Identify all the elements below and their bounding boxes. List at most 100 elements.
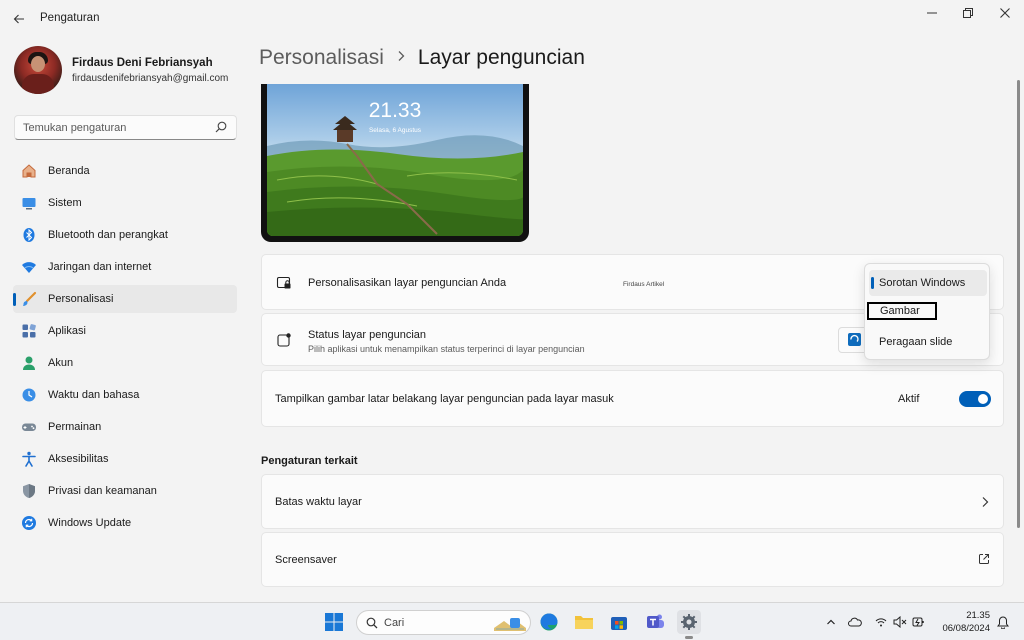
dropdown-option-peragaan[interactable]: Peragaan slide [869,329,987,355]
signin-background-card: Tampilkan gambar latar belakang layar pe… [261,370,1004,427]
open-external-icon [978,553,994,569]
dropdown-option-gambar[interactable]: Gambar [867,302,937,320]
signin-background-toggle[interactable] [959,391,991,407]
sidebar-item-aksesibilitas[interactable]: Aksesibilitas [13,445,237,473]
taskbar-search[interactable]: Cari [356,610,531,635]
active-app-indicator [685,636,693,639]
home-icon [21,163,37,179]
sidebar-item-label: Waktu dan bahasa [48,389,140,401]
sidebar-item-label: Permainan [48,421,102,433]
sidebar-item-jaringan[interactable]: Jaringan dan internet [13,253,237,281]
back-arrow-icon[interactable] [8,8,30,30]
account-icon [21,355,37,371]
sidebar-item-beranda[interactable]: Beranda [13,157,237,185]
wifi-icon[interactable] [874,615,888,629]
sidebar-nav: Beranda Sistem Bluetooth dan perangkat J… [13,157,237,541]
close-button[interactable] [987,4,1023,22]
sidebar-item-aplikasi[interactable]: Aplikasi [13,317,237,345]
sidebar-item-personalisasi[interactable]: Personalisasi [13,285,237,313]
screen-timeout-link[interactable]: Batas waktu layar [261,474,1004,529]
personalize-title: Personalisasikan layar penguncian Anda [308,277,507,289]
sidebar-item-label: Windows Update [48,517,132,529]
gamepad-icon [21,419,37,435]
taskbar-time: 21.35 [966,610,990,621]
sidebar-item-windows-update[interactable]: Windows Update [13,509,237,537]
chevron-right-icon [979,495,995,511]
system-icon [21,195,37,211]
volume-mute-icon[interactable] [893,615,907,629]
notification-bell-icon[interactable] [996,615,1010,629]
breadcrumb-parent[interactable]: Personalisasi [259,46,384,70]
file-explorer-icon[interactable] [572,610,596,634]
user-profile[interactable]: Firdaus Deni Febriansyah firdausdenifebr… [14,46,228,94]
breadcrumb: Personalisasi Layar penguncian [259,46,585,70]
taskbar-clock[interactable]: 21.35 06/08/2024 [934,609,990,635]
chevron-up-icon[interactable] [824,615,838,629]
taskbar: Cari 21.35 06/08/2024 [0,602,1024,640]
lock-screen-type-dropdown: Sorotan Windows Gambar Peragaan slide [864,263,990,360]
sidebar-item-label: Personalisasi [48,293,114,305]
related-settings-title: Pengaturan terkait [261,455,358,467]
window-title: Pengaturan [40,12,100,24]
status-subtitle: Pilih aplikasi untuk menampilkan status … [308,344,585,354]
chevron-right-icon [396,49,406,67]
sidebar-item-permainan[interactable]: Permainan [13,413,237,441]
search-icon [366,617,378,632]
toggle-state-label: Aktif [898,393,920,405]
profile-email: firdausdenifebriansyah@gmail.com [72,72,229,84]
shield-icon [21,483,37,499]
sidebar-item-akun[interactable]: Akun [13,349,237,377]
apps-icon [21,323,37,339]
sidebar-item-sistem[interactable]: Sistem [13,189,237,217]
sidebar-item-label: Aksesibilitas [48,453,109,465]
bluetooth-icon [21,227,37,243]
start-button[interactable] [322,610,346,634]
accessibility-icon [21,451,37,467]
sidebar-item-label: Sistem [48,197,82,209]
sidebar-item-label: Privasi dan keamanan [48,485,157,497]
teams-icon[interactable] [643,610,667,634]
avatar [14,46,62,94]
sidebar-item-waktu[interactable]: Waktu dan bahasa [13,381,237,409]
profile-name: Firdaus Deni Febriansyah [72,56,213,69]
signin-background-title: Tampilkan gambar latar belakang layar pe… [275,393,614,405]
screensaver-link[interactable]: Screensaver [261,532,1004,587]
sidebar-item-label: Aplikasi [48,325,86,337]
page-title: Layar penguncian [417,46,585,69]
sidebar-item-label: Bluetooth dan perangkat [48,229,168,241]
onedrive-icon[interactable] [848,615,862,629]
update-icon [21,515,37,531]
watermark-text: Firdaus Artikel [623,281,665,288]
restore-button[interactable] [950,4,986,22]
screensaver-label: Screensaver [275,554,337,566]
sidebar-item-label: Akun [48,357,74,369]
edge-icon[interactable] [537,610,561,634]
preview-date: Selasa, 6 Agustus [368,127,422,134]
lock-screen-icon [276,275,292,291]
settings-gear-icon[interactable] [677,610,701,634]
minimize-button[interactable] [914,4,950,22]
search-highlight-icon [490,613,528,636]
search-placeholder: Temukan pengaturan [23,122,127,134]
search-icon[interactable] [215,121,227,133]
sidebar-item-label: Jaringan dan internet [48,261,152,273]
taskbar-search-label: Cari [384,617,405,629]
status-icon [276,332,292,348]
globe-clock-icon [21,387,37,403]
main-scrollbar[interactable] [1017,80,1020,528]
sidebar-item-privasi[interactable]: Privasi dan keamanan [13,477,237,505]
wifi-icon [21,259,37,275]
taskbar-date: 06/08/2024 [942,623,990,634]
dropdown-option-sorotan[interactable]: Sorotan Windows [869,270,987,296]
status-title: Status layar penguncian [308,329,427,341]
lock-screen-preview: 21.33 Selasa, 6 Agustus [261,84,529,242]
brush-icon [21,291,37,307]
screen-timeout-label: Batas waktu layar [275,496,362,508]
search-input[interactable]: Temukan pengaturan [14,115,237,140]
title-bar: Pengaturan [0,0,1024,38]
sidebar-item-bluetooth[interactable]: Bluetooth dan perangkat [13,221,237,249]
store-icon[interactable] [607,610,631,634]
preview-time: 21.33 [368,99,422,122]
sidebar-item-label: Beranda [48,165,90,177]
battery-icon[interactable] [912,615,926,629]
